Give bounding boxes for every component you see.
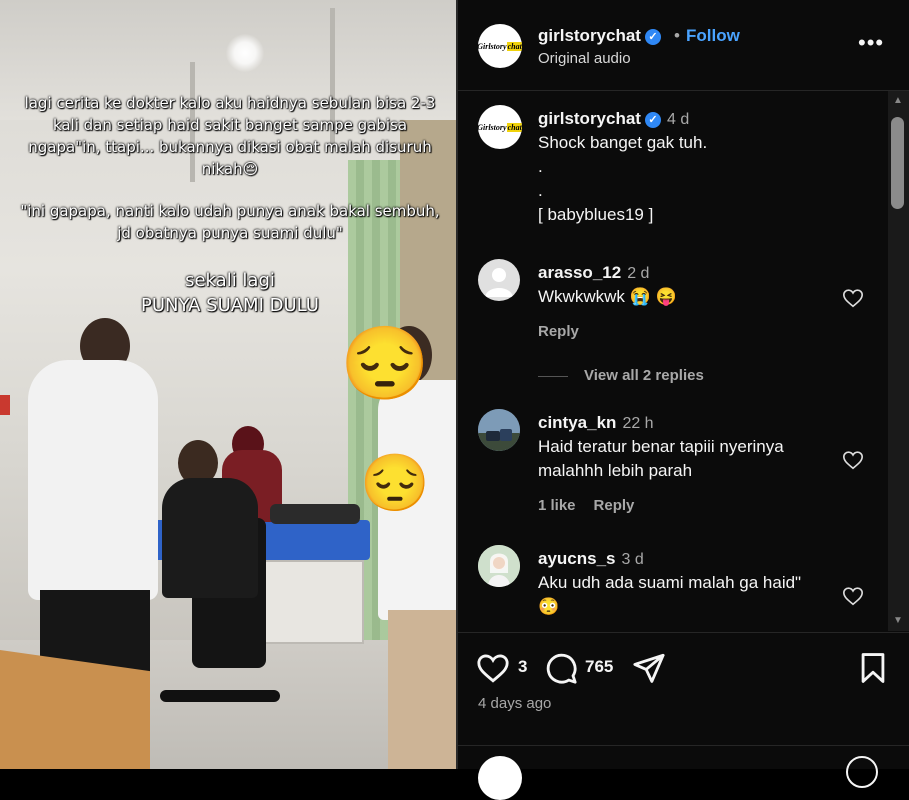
- follow-button[interactable]: Follow: [686, 26, 740, 46]
- comments-scrollbar[interactable]: ▲ ▼: [888, 91, 909, 631]
- replies-line: [538, 375, 568, 377]
- like-comment-heart-icon[interactable]: [842, 449, 864, 471]
- commenter-username-text: cintya_kn: [538, 413, 617, 432]
- video-caption-quote: "ini gapapa, nanti kalo udah punya anak …: [20, 202, 440, 242]
- comment-meta: Reply: [538, 323, 597, 340]
- audio-link[interactable]: Original audio: [538, 50, 631, 67]
- doctor-right-legs: [388, 610, 456, 769]
- comment-time: 2 d: [627, 265, 650, 282]
- reply-button[interactable]: Reply: [538, 323, 579, 340]
- commenter-username[interactable]: ayucns_s 3 d: [538, 549, 644, 569]
- avatar-logo-highlight: chat: [506, 122, 522, 132]
- comment-text: Wkwkwkwk 😭 😝: [538, 287, 677, 306]
- next-post-preview: [458, 745, 909, 800]
- author-avatar[interactable]: Girlstory chat: [478, 24, 522, 68]
- pensive-emoji-sticker: 😔: [340, 324, 430, 404]
- caption-username[interactable]: girlstorychat ✓ 4 d: [538, 109, 689, 129]
- seated-person: [162, 478, 258, 598]
- wooden-table: [0, 650, 150, 769]
- post-timestamp: 4 days ago: [478, 695, 552, 712]
- avatar-logo-text: Girlstory: [478, 122, 507, 132]
- comment-count[interactable]: 765: [585, 657, 613, 677]
- add-comment-emoji-icon[interactable]: [846, 756, 878, 788]
- reel-video[interactable]: lagi cerita ke dokter kalo aku haidnya s…: [0, 0, 456, 769]
- scroll-up-arrow-icon[interactable]: ▲: [893, 95, 903, 106]
- author-avatar[interactable]: [478, 756, 522, 800]
- comments-list[interactable]: Girlstory chat girlstorychat ✓ 4 d Shock ba…: [458, 91, 888, 631]
- pensive-emoji-sticker: 😔: [360, 451, 430, 514]
- author-avatar[interactable]: Girlstory chat: [478, 105, 522, 149]
- comment-text: Haid teratur benar tapiii nyerinya malah…: [538, 437, 784, 480]
- comment-meta: 1 like Reply: [538, 497, 652, 514]
- comment-likes[interactable]: 1 like: [538, 497, 576, 514]
- save-bookmark-icon[interactable]: [856, 651, 890, 685]
- scrollbar-thumb[interactable]: [891, 117, 904, 209]
- comment-text: Aku udh ada suami malah ga haid" 😳: [538, 573, 802, 616]
- commenter-username-text: ayucns_s: [538, 549, 616, 568]
- avatar-logo-highlight: chat: [506, 41, 522, 51]
- comment-time: 22 h: [622, 415, 654, 432]
- reply-button[interactable]: Reply: [594, 497, 635, 514]
- post-actions-bar: 3 765 4 days ago: [458, 632, 909, 800]
- doctor-left: [28, 360, 158, 600]
- scroll-down-arrow-icon[interactable]: ▼: [893, 615, 903, 626]
- ceiling-lamp: [226, 34, 264, 72]
- like-heart-icon[interactable]: [476, 651, 510, 685]
- chair-base: [160, 690, 280, 702]
- author-username[interactable]: girlstorychat ✓: [538, 26, 661, 46]
- verified-badge-icon: ✓: [644, 28, 661, 45]
- commenter-avatar[interactable]: [478, 409, 520, 451]
- comment-bubble-icon[interactable]: [544, 651, 578, 685]
- like-comment-heart-icon[interactable]: [842, 287, 864, 309]
- share-send-icon[interactable]: [632, 651, 666, 685]
- video-caption-story: lagi cerita ke dokter kalo aku haidnya s…: [24, 94, 436, 178]
- like-comment-heart-icon[interactable]: [842, 585, 864, 607]
- view-replies-label: View all 2 replies: [584, 367, 704, 384]
- view-replies-button[interactable]: View all 2 replies: [538, 367, 704, 384]
- commenter-username[interactable]: cintya_kn 22 h: [538, 413, 654, 433]
- commenter-username[interactable]: arasso_12 2 d: [538, 263, 649, 283]
- patient-legs: [270, 504, 360, 524]
- commenter-avatar[interactable]: [478, 545, 520, 587]
- video-caption-punchline: sekali lagi PUNYA SUAMI DULU: [141, 270, 319, 316]
- commenter-avatar[interactable]: [478, 259, 520, 301]
- like-count[interactable]: 3: [518, 657, 527, 677]
- avatar-logo-text: Girlstory: [478, 41, 507, 51]
- caption-text: Shock banget gak tuh. . . [ babyblues19 …: [538, 133, 708, 224]
- author-username-text: girlstorychat: [538, 26, 641, 45]
- more-options-icon[interactable]: •••: [858, 30, 884, 56]
- wall-sign: [0, 395, 10, 415]
- verified-badge-icon: ✓: [644, 111, 661, 128]
- comment-time: 3 d: [621, 551, 644, 568]
- post-panel: Girlstory chat girlstorychat ✓ • Follow Or…: [458, 0, 909, 800]
- caption-username-text: girlstorychat: [538, 109, 641, 128]
- commenter-username-text: arasso_12: [538, 263, 622, 282]
- post-header: Girlstory chat girlstorychat ✓ • Follow Or…: [458, 0, 909, 91]
- caption-time: 4 d: [666, 111, 690, 128]
- separator-dot: •: [674, 26, 680, 45]
